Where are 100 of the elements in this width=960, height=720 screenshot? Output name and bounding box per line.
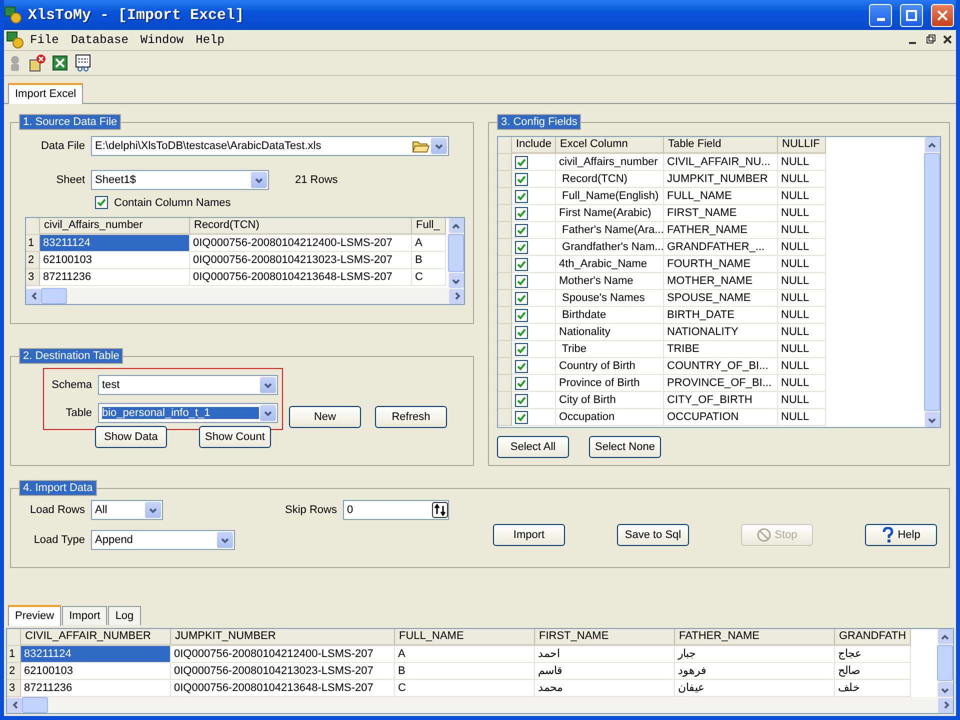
column-header[interactable]: FIRST_NAME bbox=[535, 629, 675, 646]
checkbox[interactable] bbox=[515, 292, 528, 304]
spreadsheet-icon[interactable] bbox=[52, 55, 68, 71]
tab[interactable]: Import bbox=[62, 606, 108, 625]
combo-box[interactable]: bio_personal_info_t_1 bbox=[98, 403, 278, 423]
scroll-right-button[interactable] bbox=[449, 288, 464, 304]
scroll-down-button[interactable] bbox=[938, 682, 952, 697]
table-cell: 87211236 bbox=[40, 269, 190, 286]
checkbox[interactable] bbox=[95, 196, 108, 209]
table-cell: NATIONALITY bbox=[664, 324, 778, 341]
table-cell: Province of Birth bbox=[556, 375, 664, 392]
grid-window-icon[interactable] bbox=[74, 54, 92, 72]
dropdown-button[interactable] bbox=[217, 532, 233, 548]
scroll-up-button[interactable] bbox=[448, 218, 464, 233]
scroll-thumb[interactable] bbox=[22, 697, 48, 713]
action-button[interactable]: Import bbox=[493, 524, 565, 546]
scroll-thumb[interactable] bbox=[937, 645, 953, 681]
vertical-scrollbar[interactable] bbox=[448, 218, 464, 288]
select-all-button[interactable]: Select All bbox=[497, 436, 569, 458]
checkbox[interactable] bbox=[515, 342, 528, 356]
scroll-thumb[interactable] bbox=[41, 288, 67, 304]
checkbox[interactable] bbox=[515, 206, 528, 220]
delete-icon[interactable] bbox=[28, 54, 46, 72]
vertical-scrollbar[interactable] bbox=[937, 629, 953, 697]
scroll-right-button[interactable] bbox=[938, 698, 953, 712]
show-data-button[interactable]: Show Data bbox=[95, 426, 167, 448]
table-cell: FATHER_NAME bbox=[664, 222, 778, 239]
new-button[interactable]: New bbox=[289, 406, 361, 428]
menu-item[interactable]: File bbox=[24, 33, 65, 47]
maximize-button[interactable] bbox=[900, 4, 923, 26]
field-label: Data File bbox=[40, 140, 85, 152]
checkbox[interactable] bbox=[515, 172, 528, 186]
table-cell: NULL bbox=[778, 409, 826, 426]
data-grid[interactable] bbox=[6, 628, 954, 714]
scroll-left-button[interactable] bbox=[26, 288, 41, 304]
column-header[interactable]: GRANDFATH bbox=[835, 629, 911, 646]
close-button[interactable] bbox=[931, 4, 954, 26]
column-header[interactable]: FULL_NAME bbox=[395, 629, 535, 646]
checkbox[interactable] bbox=[515, 224, 528, 236]
menu-item[interactable]: Database bbox=[64, 33, 134, 47]
checkbox[interactable] bbox=[515, 274, 528, 288]
column-header[interactable]: Full_ bbox=[412, 218, 446, 235]
action-button[interactable]: Save to Sql bbox=[617, 524, 689, 546]
dropdown-button[interactable] bbox=[431, 138, 447, 154]
combo-box[interactable]: Append bbox=[91, 530, 235, 550]
column-header[interactable]: Include bbox=[512, 137, 556, 154]
spin-arrows-icon[interactable] bbox=[432, 502, 448, 518]
combo-box[interactable]: test bbox=[98, 375, 278, 395]
checkbox[interactable] bbox=[515, 240, 528, 254]
menu-item[interactable]: Window bbox=[134, 33, 190, 47]
checkbox[interactable] bbox=[515, 410, 528, 424]
select-none-button[interactable]: Select None bbox=[589, 436, 661, 458]
help-button[interactable]: Help bbox=[865, 524, 937, 546]
checkbox[interactable] bbox=[515, 190, 528, 202]
column-header[interactable]: Excel Column bbox=[556, 137, 664, 154]
checkbox[interactable] bbox=[515, 156, 528, 168]
table-cell: PROVINCE_OF_BI... bbox=[664, 375, 778, 392]
tab[interactable]: Log bbox=[108, 606, 141, 625]
scroll-up-button[interactable] bbox=[938, 629, 952, 644]
column-header[interactable]: civil_Affairs_number bbox=[40, 218, 190, 235]
menu-item[interactable]: Help bbox=[190, 33, 230, 47]
table-cell: NULL bbox=[778, 273, 826, 290]
column-header[interactable]: Table Field bbox=[664, 137, 778, 154]
header-corner bbox=[7, 629, 21, 646]
dropdown-button[interactable] bbox=[251, 172, 267, 188]
combo-box[interactable]: All bbox=[91, 500, 163, 520]
checkbox[interactable] bbox=[515, 308, 528, 322]
checkbox[interactable] bbox=[515, 376, 528, 390]
checkbox[interactable] bbox=[515, 258, 528, 270]
checkbox[interactable] bbox=[515, 394, 528, 406]
horizontal-scrollbar[interactable] bbox=[26, 288, 464, 304]
minimize-button[interactable] bbox=[869, 4, 892, 26]
checkbox[interactable] bbox=[515, 326, 528, 338]
scroll-down-button[interactable] bbox=[448, 273, 464, 288]
column-header[interactable]: CIVIL_AFFAIR_NUMBER bbox=[21, 629, 171, 646]
dropdown-button[interactable] bbox=[145, 502, 161, 518]
combo-box[interactable]: Sheet1$ bbox=[91, 170, 269, 190]
column-header[interactable]: Record(TCN) bbox=[190, 218, 412, 235]
scroll-thumb[interactable] bbox=[448, 234, 464, 272]
tab[interactable]: Preview bbox=[8, 605, 62, 626]
number-field[interactable]: 0 bbox=[343, 500, 449, 520]
scroll-left-button[interactable] bbox=[7, 698, 22, 712]
file-path-field[interactable]: E:\delphi\XlsToDB\testcase\ArabicDataTest.xls bbox=[91, 136, 449, 156]
dropdown-button[interactable] bbox=[260, 405, 276, 421]
column-header[interactable]: JUMPKIT_NUMBER bbox=[171, 629, 395, 646]
refresh-button[interactable]: Refresh bbox=[375, 406, 447, 428]
scroll-up-button[interactable] bbox=[924, 137, 940, 152]
config-grid[interactable] bbox=[497, 136, 941, 428]
table-cell: CITY_OF_BIRTH bbox=[664, 392, 778, 409]
dropdown-button[interactable] bbox=[260, 377, 276, 393]
checkbox[interactable] bbox=[515, 360, 528, 372]
data-grid[interactable]: civil_Affairs_number Record(TCN) Full_ 1 83211124 0IQ000756-20080104212400-LSMS-207 A 2 62100103 0IQ000756-20080104213023-LSMS-207 B 3 87211236 0IQ000756-20080104213648-LSMS-207 C bbox=[25, 217, 465, 305]
column-header[interactable]: NULLIF bbox=[778, 137, 826, 154]
show-count-button[interactable]: Show Count bbox=[199, 426, 271, 448]
table-cell: Birthdate bbox=[556, 307, 664, 324]
scroll-down-button[interactable] bbox=[924, 412, 940, 427]
horizontal-scrollbar[interactable] bbox=[7, 697, 953, 713]
table-cell: civil_Affairs_number bbox=[556, 154, 664, 171]
tab[interactable]: Import Excel bbox=[8, 83, 84, 104]
column-header[interactable]: FATHER_NAME bbox=[675, 629, 835, 646]
